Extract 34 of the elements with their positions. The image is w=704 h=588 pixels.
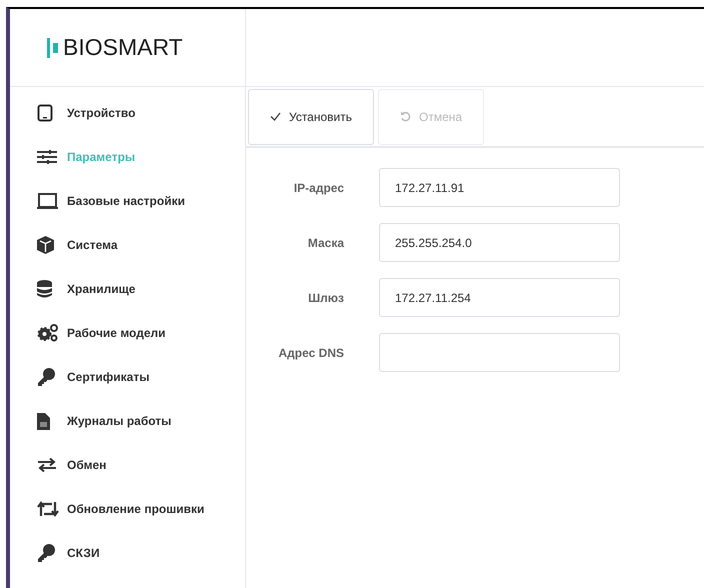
check-icon: [270, 112, 281, 121]
key-icon: [37, 544, 55, 562]
sidebar-item[interactable]: Система: [10, 223, 245, 267]
sidebar-item[interactable]: Базовые настройки: [10, 179, 245, 223]
sidebar-item[interactable]: Обновление прошивки: [10, 487, 245, 531]
logo-icon: [47, 38, 59, 58]
input-field[interactable]: 255.255.254.0: [379, 223, 620, 262]
retweet-icon: [37, 501, 59, 517]
exchange-icon: [37, 458, 57, 472]
cube-icon: [37, 236, 54, 254]
install-button[interactable]: Установить: [248, 88, 374, 144]
sidebar-item[interactable]: Хранилище: [10, 267, 245, 311]
database-icon: [37, 280, 52, 298]
sidebar-item[interactable]: СКЗИ: [10, 531, 245, 575]
field-label: Шлюз: [307, 290, 344, 306]
sliders-icon: [37, 150, 57, 164]
sidebar-item[interactable]: Обмен: [10, 443, 245, 487]
sidebar-item[interactable]: Устройство: [10, 91, 245, 135]
sidebar-item[interactable]: Рабочие модели: [10, 311, 245, 355]
input-field[interactable]: 172.27.11.254: [379, 278, 620, 317]
input-field[interactable]: [379, 333, 620, 372]
logo-text: BIOSMART: [63, 36, 183, 59]
file-icon: [37, 412, 50, 430]
input-field[interactable]: 172.27.11.91: [379, 168, 620, 207]
field-label: Маска: [306, 234, 344, 252]
laptop-icon: [37, 192, 58, 210]
sidebar-item[interactable]: Сертификаты: [10, 355, 245, 399]
field-label: Адрес DNS: [278, 344, 344, 362]
undo-icon: [400, 111, 411, 122]
tablet-icon: [37, 104, 53, 122]
sidebar-item[interactable]: Журналы работы: [10, 399, 245, 443]
field-label: IP-адрес: [292, 180, 344, 196]
key-icon: [37, 368, 55, 386]
gears-icon: [37, 324, 59, 342]
